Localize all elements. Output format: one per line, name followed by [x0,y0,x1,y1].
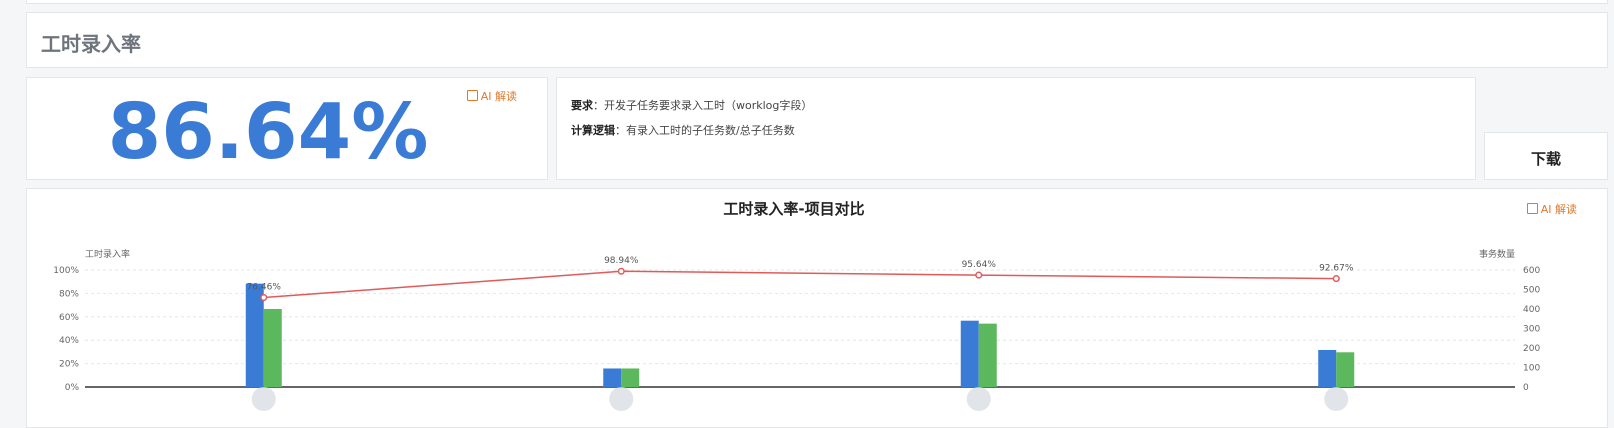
requirement-text: ：开发子任务要求录入工时（worklog字段） [593,99,813,112]
y-tick-left: 100% [53,266,79,276]
bar [1318,349,1337,387]
chart-title: 工时录入率-项目对比 [723,200,864,218]
y-tick-right: 0 [1523,383,1529,393]
calculation-label: 计算逻辑 [571,124,615,137]
y-tick-left: 20% [59,360,79,370]
metric-value: 86.64% [107,88,429,177]
y-tick-right: 100 [1523,364,1540,374]
requirement-label: 要求 [571,99,593,112]
y-tick-right: 200 [1523,344,1540,354]
line-point [975,271,983,279]
bar [978,323,997,387]
combo-chart: 工时录入率-项目对比工时录入率 事务数量 0% 20% 40% 60% 80% 100% 0 10… [53,200,1540,411]
section-title: 工时录入率 [41,32,141,56]
line-point [260,293,268,302]
category-avatar-icon [609,387,634,411]
calculation-line: 计算逻辑：有录入工时的子任务数/总子任务数 [571,122,795,138]
edit-icon [466,90,478,101]
y-tick-left: 0% [65,383,80,393]
metric-card: 86.64% AI 解读 [26,77,548,180]
bar [263,309,282,387]
line-point [617,267,625,275]
y-axis-right-label: 事务数量 [1479,248,1515,260]
description-card: 要求：开发子任务要求录入工时（worklog字段） 计算逻辑：有录入工时的子任务… [556,77,1476,180]
top-panel-edge [26,0,1608,4]
line-data-label: 95.64% [962,260,997,270]
download-label: 下载 [1530,150,1561,168]
category-avatar-icon [1324,387,1349,411]
line-data-label: 98.94% [604,256,639,266]
metric-ai-link[interactable]: AI 解读 [466,88,517,104]
calculation-text: ：有录入工时的子任务数/总子任务数 [615,124,795,137]
requirement-line: 要求：开发子任务要求录入工时（worklog字段） [571,97,812,113]
y-tick-right: 400 [1523,305,1540,315]
y-tick-right: 500 [1523,286,1540,296]
download-button[interactable]: 下载 [1484,132,1608,180]
y-axis-left-label: 工时录入率 [85,248,130,260]
metric-ai-label: AI 解读 [480,90,517,103]
line-data-label: 92.67% [1319,264,1354,274]
category-avatar-icon [251,387,276,411]
bar [621,368,640,387]
bar [603,368,622,387]
category-avatar-icon [966,387,991,411]
y-tick-left: 60% [59,313,79,323]
bar [1336,352,1355,387]
section-header: 工时录入率 [26,12,1608,68]
chart-card: AI 解读 工时录入率-项目对比 工时录入率 事务数量 0% 20% 40% 60% 80% 1… [26,188,1608,428]
bar [960,320,979,387]
y-tick-right: 600 [1523,266,1540,276]
y-tick-left: 40% [59,336,79,346]
line-point [1332,275,1340,283]
y-tick-left: 80% [59,289,79,299]
y-tick-right: 300 [1523,325,1540,335]
line-data-label: 76.46% [247,283,282,293]
